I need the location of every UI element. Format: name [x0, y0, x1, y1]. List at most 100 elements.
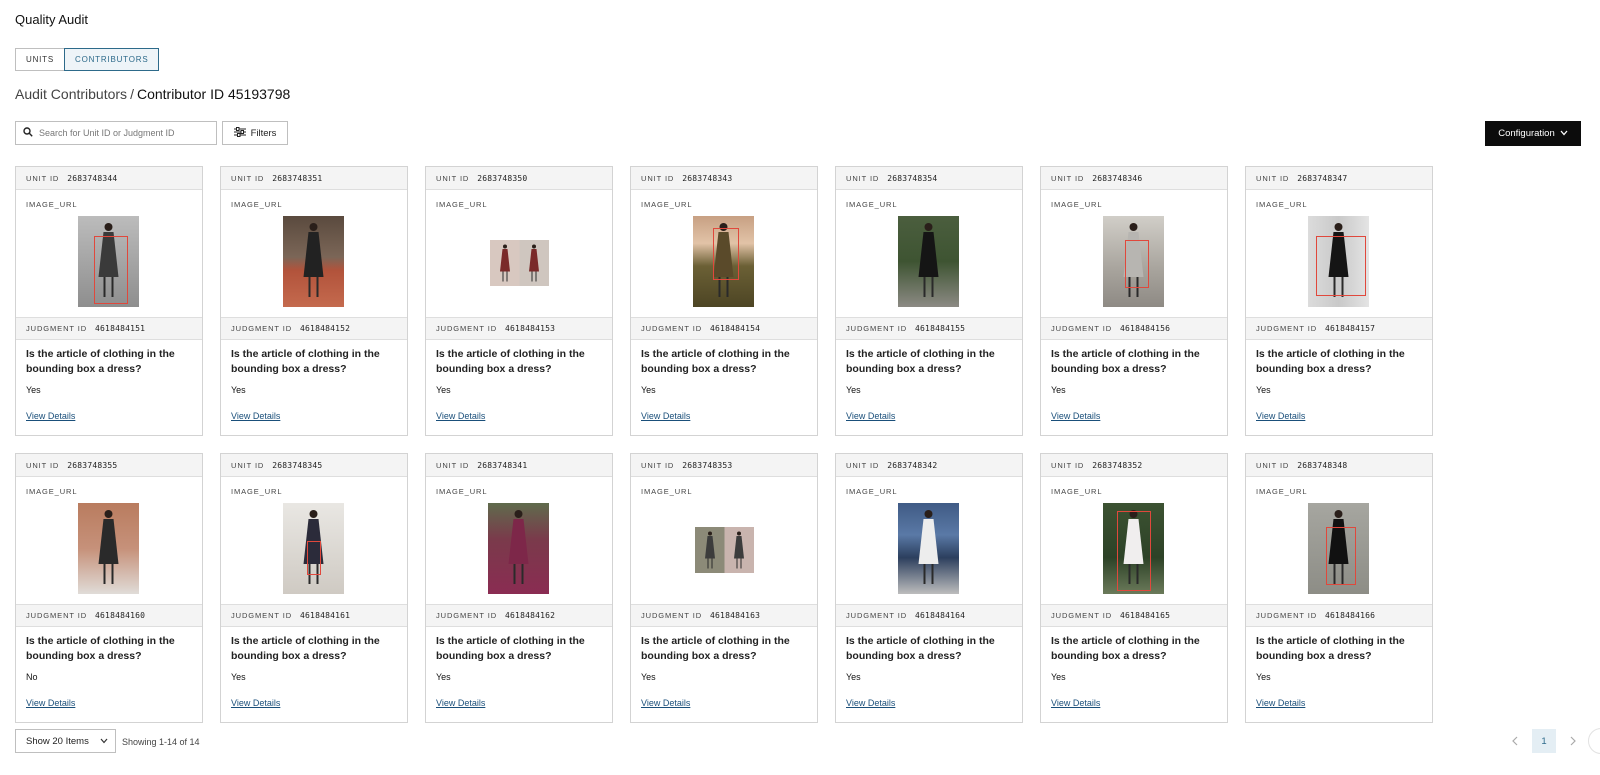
unit-image[interactable]	[1308, 216, 1369, 307]
view-details-link[interactable]: View Details	[26, 411, 75, 421]
unit-image[interactable]	[1103, 503, 1164, 594]
judgment-id-header: JUDGMENT ID 4618484151	[16, 317, 202, 340]
judgment-id-value: 4618484165	[1120, 611, 1171, 620]
unit-image[interactable]	[78, 216, 139, 307]
unit-image[interactable]	[898, 503, 959, 594]
page-number-current[interactable]: 1	[1532, 729, 1556, 753]
unit-card: UNIT ID 2683748344 IMAGE_URL JUDGMENT ID…	[15, 166, 203, 436]
view-details-link[interactable]: View Details	[641, 411, 690, 421]
image-url-label: IMAGE_URL	[1051, 200, 1103, 209]
unit-id-label: UNIT ID	[1256, 460, 1290, 470]
unit-image[interactable]	[1308, 503, 1369, 594]
bounding-box	[94, 236, 128, 304]
unit-card: UNIT ID 2683748345 IMAGE_URL JUDGMENT ID…	[220, 453, 408, 723]
unit-image[interactable]	[488, 503, 549, 594]
search-box[interactable]	[15, 121, 217, 145]
help-bubble[interactable]	[1588, 728, 1600, 754]
unit-image[interactable]	[693, 216, 754, 307]
judgment-id-label: JUDGMENT ID	[231, 324, 293, 333]
judgment-id-value: 4618484151	[95, 324, 146, 333]
unit-id-label: UNIT ID	[641, 460, 675, 470]
unit-image[interactable]	[283, 503, 344, 594]
unit-card: UNIT ID 2683748354 IMAGE_URL JUDGMENT ID…	[835, 166, 1023, 436]
breadcrumb-parent-link[interactable]: Audit Contributors	[15, 86, 127, 102]
image-url-label: IMAGE_URL	[1256, 200, 1308, 209]
judgment-id-header: JUDGMENT ID 4618484157	[1246, 317, 1432, 340]
unit-image[interactable]	[490, 240, 549, 286]
person-figure	[508, 510, 529, 584]
chevron-down-icon	[1560, 128, 1568, 139]
view-details-link[interactable]: View Details	[846, 411, 895, 421]
configuration-button[interactable]: Configuration	[1485, 121, 1581, 146]
judgment-id-label: JUDGMENT ID	[231, 611, 293, 620]
search-input[interactable]	[39, 128, 209, 138]
unit-image[interactable]	[283, 216, 344, 307]
view-details-link[interactable]: View Details	[436, 698, 485, 708]
unit-id-value: 2683748348	[1297, 460, 1348, 470]
view-details-link[interactable]: View Details	[231, 698, 280, 708]
filters-label: Filters	[250, 127, 277, 139]
answer-text: No	[26, 672, 38, 682]
image-url-label: IMAGE_URL	[641, 200, 693, 209]
judgment-id-value: 4618484154	[710, 324, 761, 333]
question-text: Is the article of clothing in the boundi…	[1051, 348, 1200, 375]
question-text: Is the article of clothing in the boundi…	[1256, 348, 1405, 375]
judgment-id-header: JUDGMENT ID 4618484163	[631, 604, 817, 627]
judgment-id-value: 4618484162	[505, 611, 556, 620]
unit-id-label: UNIT ID	[846, 173, 880, 183]
judgment-id-header: JUDGMENT ID 4618484152	[221, 317, 407, 340]
unit-card: UNIT ID 2683748350 IMAGE_URL JUDGMENT ID…	[425, 166, 613, 436]
answer-text: Yes	[846, 672, 861, 682]
view-details-link[interactable]: View Details	[641, 698, 690, 708]
judgment-id-label: JUDGMENT ID	[26, 611, 88, 620]
judgment-id-label: JUDGMENT ID	[436, 611, 498, 620]
unit-id-label: UNIT ID	[1051, 173, 1085, 183]
view-details-link[interactable]: View Details	[436, 411, 485, 421]
answer-text: Yes	[1256, 672, 1271, 682]
answer-text: Yes	[436, 672, 451, 682]
unit-image[interactable]	[1103, 216, 1164, 307]
filters-button[interactable]: Filters	[222, 121, 288, 145]
unit-id-value: 2683748342	[887, 460, 938, 470]
unit-id-value: 2683748350	[477, 173, 528, 183]
app-title: Quality Audit	[15, 12, 88, 27]
image-url-label: IMAGE_URL	[436, 487, 488, 496]
answer-text: Yes	[1051, 672, 1066, 682]
page-size-value: Show 20 Items	[26, 735, 89, 747]
view-details-link[interactable]: View Details	[1051, 698, 1100, 708]
image-url-label: IMAGE_URL	[436, 200, 488, 209]
unit-id-header: UNIT ID 2683748341	[426, 454, 612, 477]
pagination: 1	[1506, 729, 1582, 753]
judgment-id-header: JUDGMENT ID 4618484162	[426, 604, 612, 627]
search-icon	[23, 124, 33, 142]
judgment-id-label: JUDGMENT ID	[641, 324, 703, 333]
unit-id-label: UNIT ID	[436, 460, 470, 470]
unit-image[interactable]	[78, 503, 139, 594]
view-details-link[interactable]: View Details	[1256, 698, 1305, 708]
image-url-label: IMAGE_URL	[231, 487, 283, 496]
judgment-id-header: JUDGMENT ID 4618484164	[836, 604, 1022, 627]
unit-id-label: UNIT ID	[641, 173, 675, 183]
unit-image[interactable]	[898, 216, 959, 307]
next-page-icon[interactable]	[1564, 729, 1582, 753]
unit-id-header: UNIT ID 2683748344	[16, 167, 202, 190]
previous-page-icon[interactable]	[1506, 729, 1524, 753]
judgment-id-label: JUDGMENT ID	[26, 324, 88, 333]
answer-text: Yes	[1256, 385, 1271, 395]
view-details-link[interactable]: View Details	[846, 698, 895, 708]
answer-text: Yes	[641, 385, 656, 395]
page-size-select[interactable]: Show 20 Items	[15, 729, 116, 753]
unit-id-label: UNIT ID	[846, 460, 880, 470]
unit-image[interactable]	[695, 527, 754, 573]
view-details-link[interactable]: View Details	[1051, 411, 1100, 421]
view-details-link[interactable]: View Details	[26, 698, 75, 708]
judgment-id-header: JUDGMENT ID 4618484160	[16, 604, 202, 627]
question-text: Is the article of clothing in the boundi…	[846, 348, 995, 375]
unit-id-label: UNIT ID	[231, 460, 265, 470]
view-details-link[interactable]: View Details	[231, 411, 280, 421]
tab-units[interactable]: UNITS	[15, 48, 65, 71]
judgment-id-header: JUDGMENT ID 4618484165	[1041, 604, 1227, 627]
view-details-link[interactable]: View Details	[1256, 411, 1305, 421]
unit-id-label: UNIT ID	[231, 173, 265, 183]
tab-contributors[interactable]: CONTRIBUTORS	[64, 48, 160, 71]
